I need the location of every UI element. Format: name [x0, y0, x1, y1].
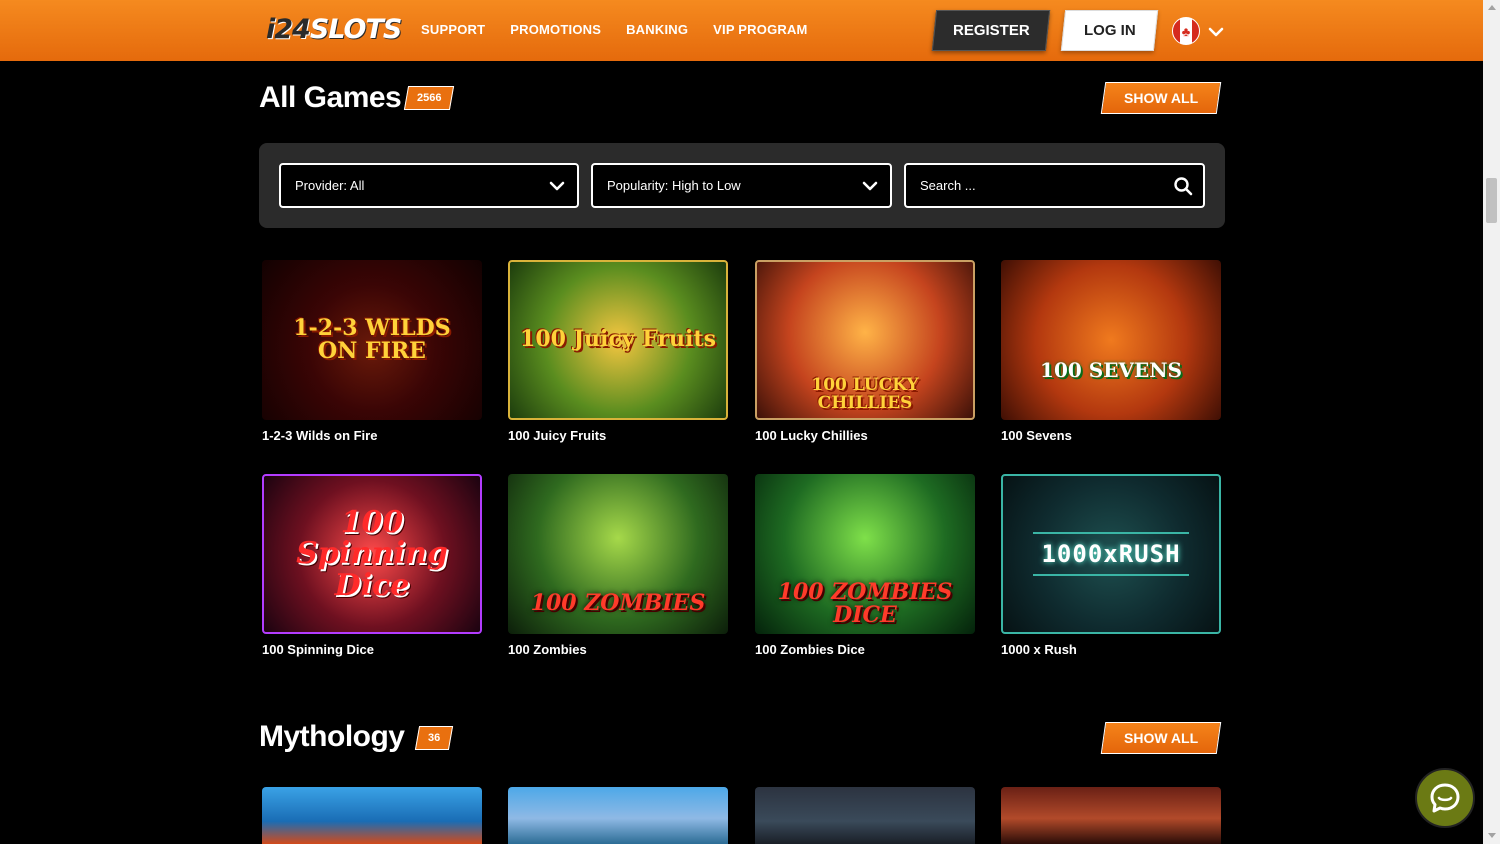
- game-art-title: 100 ZOMBIES DICE: [777, 578, 953, 628]
- filter-panel: Provider: All Popularity: High to Low: [259, 143, 1225, 228]
- top-navigation-bar: i24SLOTS SUPPORT PROMOTIONS BANKING VIP …: [0, 0, 1483, 61]
- all-games-show-all-button[interactable]: SHOW ALL: [1100, 82, 1222, 114]
- game-name[interactable]: 100 Juicy Fruits: [508, 428, 728, 443]
- site-logo[interactable]: i24SLOTS: [266, 14, 402, 46]
- game-thumbnail[interactable]: 100 LUCKY CHILLIES: [755, 260, 975, 420]
- game-thumbnail[interactable]: 100 Spinning Dice: [262, 474, 482, 634]
- canada-flag-icon[interactable]: ♣: [1172, 17, 1200, 45]
- page-scrollbar-thumb[interactable]: [1486, 178, 1497, 223]
- game-thumbnail[interactable]: 100 Juicy Fruits: [508, 260, 728, 420]
- scroll-down-arrow-icon[interactable]: [1488, 833, 1496, 838]
- game-thumbnail[interactable]: [755, 787, 975, 844]
- game-thumbnail[interactable]: [1001, 787, 1221, 844]
- mythology-show-all-button[interactable]: SHOW ALL: [1100, 722, 1222, 754]
- game-art-title: 100 SEVENS: [1040, 357, 1182, 382]
- game-card[interactable]: [508, 787, 728, 844]
- game-name[interactable]: 100 Spinning Dice: [262, 642, 482, 657]
- page-scrollbar-track[interactable]: [1483, 0, 1500, 844]
- chevron-down-icon[interactable]: [1208, 24, 1224, 40]
- game-card[interactable]: 100 ZOMBIES DICE 100 Zombies Dice: [755, 474, 975, 657]
- game-card[interactable]: 1-2-3 WILDS ON FIRE 1-2-3 Wilds on Fire: [262, 260, 482, 443]
- provider-select[interactable]: Provider: All: [279, 163, 579, 208]
- game-thumbnail[interactable]: [508, 787, 728, 844]
- search-input[interactable]: [920, 178, 1160, 193]
- nav-vip-program[interactable]: VIP PROGRAM: [713, 22, 807, 38]
- nav-banking[interactable]: BANKING: [626, 22, 688, 38]
- game-art-title: 1000xRUSH: [1033, 532, 1189, 576]
- game-name[interactable]: 100 Sevens: [1001, 428, 1221, 443]
- game-thumbnail[interactable]: 1000xRUSH: [1001, 474, 1221, 634]
- game-card[interactable]: 1000xRUSH 1000 x Rush: [1001, 474, 1221, 657]
- game-thumbnail[interactable]: 1-2-3 WILDS ON FIRE: [262, 260, 482, 420]
- game-thumbnail[interactable]: 100 ZOMBIES DICE: [755, 474, 975, 634]
- game-name[interactable]: 100 Zombies Dice: [755, 642, 975, 657]
- provider-select-value: Provider: All: [295, 178, 365, 193]
- register-button[interactable]: REGISTER: [931, 10, 1051, 51]
- game-art-title: 100 Juicy Fruits: [520, 326, 716, 353]
- chat-bubble-icon: [1430, 783, 1460, 813]
- sort-select-value: Popularity: High to Low: [607, 178, 741, 193]
- game-name[interactable]: 100 Zombies: [508, 642, 728, 657]
- game-art-title: 100 LUCKY CHILLIES: [811, 375, 919, 413]
- live-chat-button[interactable]: [1415, 768, 1475, 828]
- game-thumbnail[interactable]: 100 SEVENS: [1001, 260, 1221, 420]
- nav-support[interactable]: SUPPORT: [421, 22, 485, 38]
- all-games-count-badge: 2566: [403, 86, 455, 110]
- game-art-title: 100 ZOMBIES: [530, 590, 706, 617]
- game-card[interactable]: 100 SEVENS 100 Sevens: [1001, 260, 1221, 443]
- nav-promotions[interactable]: PROMOTIONS: [510, 22, 601, 38]
- game-art-title: 1-2-3 WILDS ON FIRE: [293, 314, 451, 364]
- game-card[interactable]: [755, 787, 975, 844]
- search-field: [904, 163, 1205, 208]
- mythology-title: Mythology: [259, 720, 405, 753]
- login-button[interactable]: LOG IN: [1060, 10, 1159, 51]
- game-card[interactable]: 100 ZOMBIES 100 Zombies: [508, 474, 728, 657]
- game-card[interactable]: [262, 787, 482, 844]
- game-name[interactable]: 1-2-3 Wilds on Fire: [262, 428, 482, 443]
- game-name[interactable]: 100 Lucky Chillies: [755, 428, 975, 443]
- game-card[interactable]: 100 LUCKY CHILLIES 100 Lucky Chillies: [755, 260, 975, 443]
- game-card[interactable]: 100 Spinning Dice 100 Spinning Dice: [262, 474, 482, 657]
- mythology-count-badge: 36: [414, 726, 454, 750]
- game-thumbnail[interactable]: 100 ZOMBIES: [508, 474, 728, 634]
- game-card[interactable]: [1001, 787, 1221, 844]
- game-card[interactable]: 100 Juicy Fruits 100 Juicy Fruits: [508, 260, 728, 443]
- game-thumbnail[interactable]: [262, 787, 482, 844]
- game-name[interactable]: 1000 x Rush: [1001, 642, 1221, 657]
- logo-text: i24SLOTS: [266, 14, 402, 45]
- game-art-title: 100 Spinning Dice: [296, 504, 448, 603]
- scroll-up-arrow-icon[interactable]: [1488, 5, 1496, 10]
- search-icon[interactable]: [1173, 176, 1193, 196]
- all-games-title: All Games: [259, 81, 402, 114]
- main-nav: SUPPORT PROMOTIONS BANKING VIP PROGRAM: [421, 22, 808, 38]
- chevron-down-icon: [862, 181, 878, 191]
- chevron-down-icon: [549, 181, 565, 191]
- sort-select[interactable]: Popularity: High to Low: [591, 163, 892, 208]
